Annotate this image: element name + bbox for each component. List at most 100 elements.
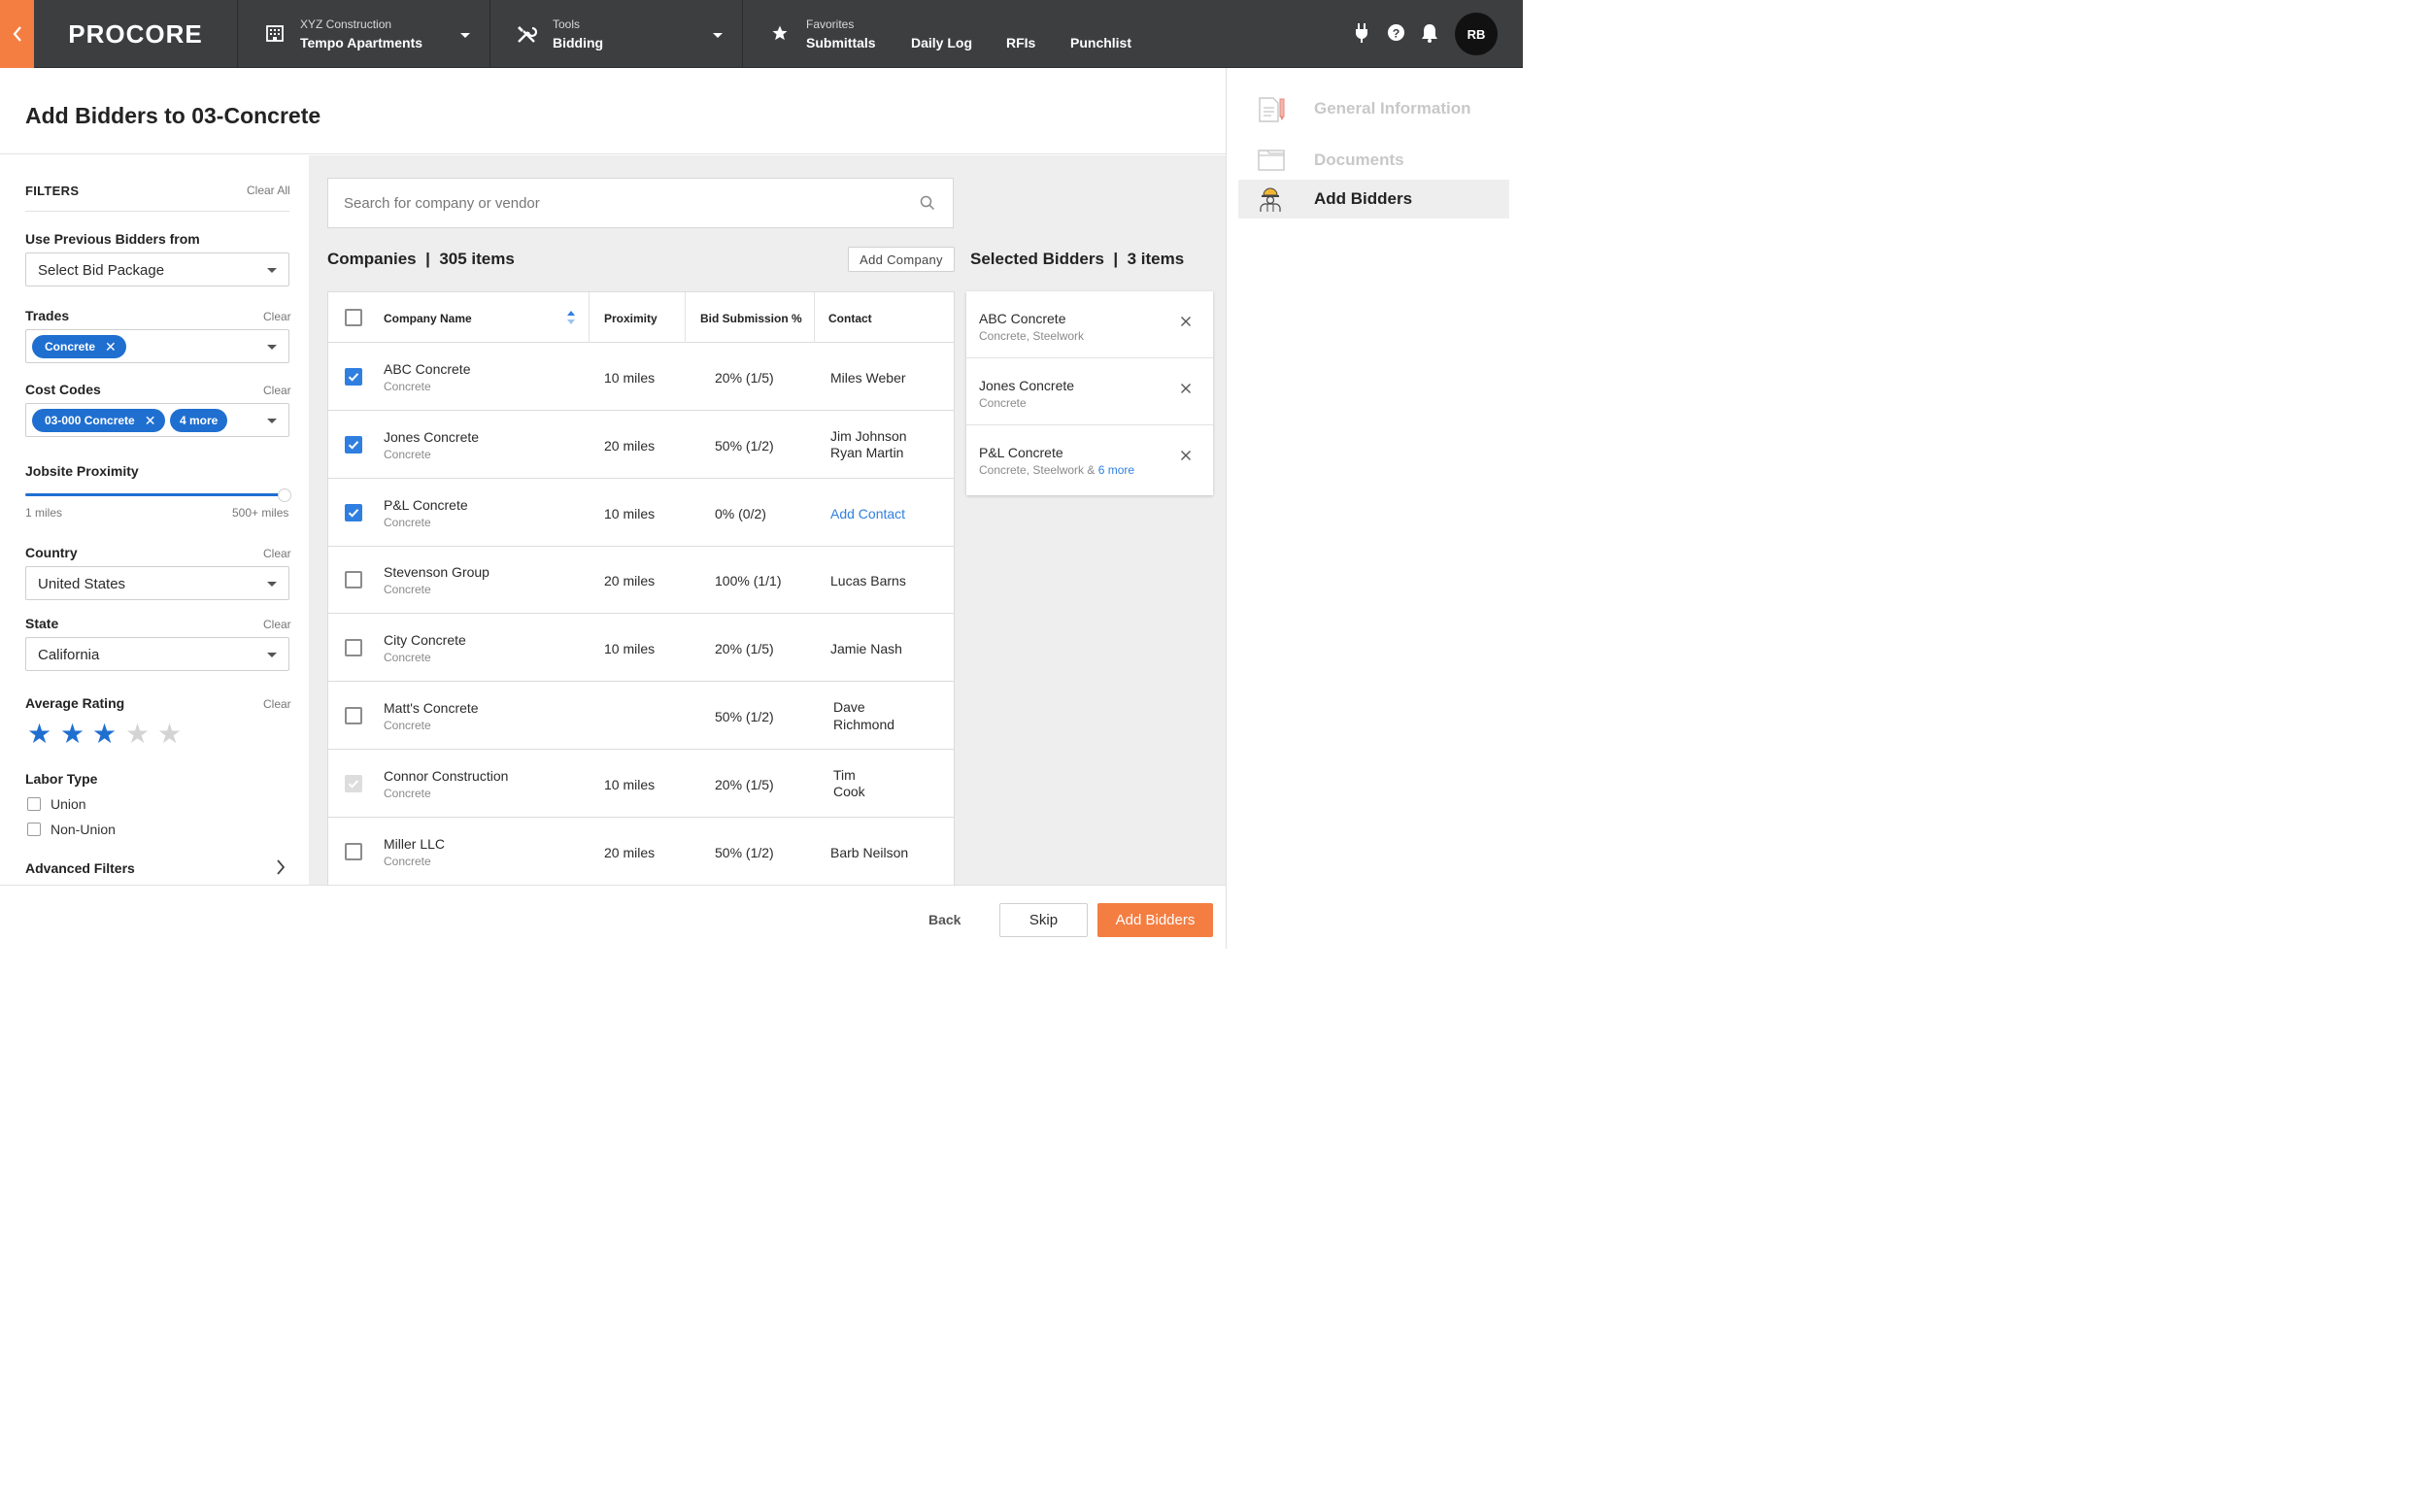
sort-icon[interactable] (567, 311, 575, 324)
row-checkbox[interactable] (345, 639, 362, 657)
contact-name: Dave (833, 699, 865, 715)
rating-star-icon[interactable]: ★ (60, 721, 84, 748)
favorite-submittals[interactable]: Submittals (806, 35, 876, 50)
column-contact[interactable]: Contact (828, 312, 872, 325)
table-row[interactable]: Stevenson Group Concrete 20 miles 100% (1/1… (328, 546, 954, 615)
rating-star-icon[interactable]: ★ (92, 721, 117, 748)
rating-label: Average Rating (25, 695, 125, 711)
remove-chip-icon[interactable]: ✕ (105, 339, 117, 355)
table-row[interactable]: Connor Construction Concrete 10 miles 20% (… (328, 750, 954, 818)
project-name: Tempo Apartments (300, 35, 423, 50)
proximity-slider-track[interactable] (25, 493, 285, 496)
proximity-min-label: 1 miles (25, 506, 63, 520)
back-arrow-button[interactable] (0, 0, 34, 68)
help-icon[interactable]: ? (1387, 23, 1405, 42)
company-proximity: 20 miles (604, 844, 656, 860)
table-row[interactable]: Jones Concrete Concrete 20 miles 50% (1/2) J… (328, 411, 954, 479)
proximity-slider-handle[interactable] (278, 488, 291, 502)
company-trade: Concrete (384, 651, 431, 665)
advanced-filters-link[interactable]: Advanced Filters (25, 860, 135, 876)
clear-cost-codes-link[interactable]: Clear (263, 384, 291, 397)
company-name: Stevenson Group (384, 564, 489, 581)
tools-selector[interactable]: Tools Bidding (490, 0, 743, 68)
trade-chip[interactable]: Concrete ✕ (32, 335, 126, 358)
selected-bidders-label: Selected Bidders (970, 250, 1104, 268)
add-bidders-button[interactable]: Add Bidders (1097, 903, 1213, 937)
companies-title: Companies | 305 items (327, 250, 515, 269)
bid-submission-rate: 50% (1/2) (715, 844, 774, 860)
selected-bidder-trades: Concrete (979, 396, 1027, 410)
contact-name[interactable]: Add Contact (830, 506, 905, 521)
selected-bidder-item: ABC Concrete Concrete, Steelwork (966, 291, 1213, 358)
bell-icon[interactable] (1421, 23, 1438, 43)
select-all-checkbox[interactable] (345, 309, 362, 326)
row-checkbox[interactable] (345, 707, 362, 724)
page-header: Add Bidders to 03-Concrete (0, 68, 1226, 154)
row-checkbox[interactable] (345, 571, 362, 589)
row-checkbox[interactable] (345, 503, 362, 521)
column-bid-submission[interactable]: Bid Submission % (700, 312, 802, 325)
clear-rating-link[interactable]: Clear (263, 697, 291, 711)
country-label: Country (25, 545, 78, 560)
contact-name: Miles Weber (830, 370, 906, 386)
step-add-bidders[interactable]: Add Bidders (1238, 180, 1509, 218)
company-trade: Concrete (384, 447, 431, 461)
step-documents[interactable]: Documents (1238, 141, 1509, 180)
favorite-punchlist[interactable]: Punchlist (1070, 35, 1131, 50)
contact-name: Jamie Nash (830, 641, 902, 657)
company-search-input[interactable]: Search for company or vendor (327, 178, 954, 228)
clear-country-link[interactable]: Clear (263, 547, 291, 560)
rating-star-icon[interactable]: ★ (157, 721, 182, 748)
add-company-button[interactable]: Add Company (848, 247, 955, 272)
selected-bidder-trades: Concrete, Steelwork & 6 more (979, 463, 1134, 477)
labor-type-label: Labor Type (25, 771, 98, 787)
selected-bidder-name: ABC Concrete (979, 311, 1066, 326)
chevron-right-icon[interactable] (276, 859, 286, 875)
user-avatar[interactable]: RB (1455, 13, 1498, 55)
clear-trades-link[interactable]: Clear (263, 310, 291, 323)
state-select[interactable]: California (25, 637, 289, 671)
bid-package-select[interactable]: Select Bid Package (25, 252, 289, 286)
trades-select[interactable]: Concrete ✕ (25, 329, 289, 363)
rating-star-icon[interactable]: ★ (27, 721, 51, 748)
row-checkbox[interactable] (345, 368, 362, 386)
remove-chip-icon[interactable]: ✕ (145, 413, 156, 429)
non-union-checkbox[interactable] (27, 823, 41, 836)
table-row[interactable]: City Concrete Concrete 10 miles 20% (1/5) Ja… (328, 614, 954, 683)
state-label: State (25, 616, 59, 631)
favorite-rfis[interactable]: RFIs (1006, 35, 1035, 50)
column-company-name[interactable]: Company Name (384, 312, 472, 325)
table-row[interactable]: P&L Concrete Concrete 10 miles 0% (0/2) Add … (328, 479, 954, 547)
union-checkbox[interactable] (27, 797, 41, 811)
companies-count: 305 items (439, 250, 515, 268)
step-general-information[interactable]: General Information (1238, 89, 1509, 128)
remove-bidder-icon[interactable] (1180, 316, 1192, 327)
top-navigation: PROCORE XYZ Construction Tempo Apartment… (0, 0, 1523, 68)
back-button[interactable]: Back (928, 912, 961, 927)
row-checkbox[interactable] (345, 435, 362, 454)
more-cost-codes-chip[interactable]: 4 more (170, 409, 228, 432)
plug-icon[interactable] (1354, 23, 1369, 43)
remove-bidder-icon[interactable] (1180, 383, 1192, 394)
country-select[interactable]: United States (25, 566, 289, 600)
search-icon[interactable] (920, 195, 935, 211)
cost-codes-select[interactable]: 03-000 Concrete ✕ 4 more (25, 403, 289, 437)
bid-submission-rate: 20% (1/5) (715, 641, 774, 657)
union-label: Union (51, 796, 86, 812)
remove-bidder-icon[interactable] (1180, 450, 1192, 461)
project-selector[interactable]: XYZ Construction Tempo Apartments (238, 0, 490, 68)
skip-button[interactable]: Skip (999, 903, 1088, 937)
row-checkbox[interactable] (345, 842, 362, 860)
column-proximity[interactable]: Proximity (604, 312, 658, 325)
table-row[interactable]: Miller LLC Concrete 20 miles 50% (1/2) Barb … (328, 818, 954, 885)
add-contact-link[interactable]: Add Contact (830, 506, 905, 523)
clear-all-filters-link[interactable]: Clear All (247, 184, 290, 197)
table-row[interactable]: ABC Concrete Concrete 10 miles 20% (1/5) Mil… (328, 343, 954, 411)
more-trades-link[interactable]: 6 more (1098, 463, 1134, 477)
rating-star-icon[interactable]: ★ (125, 721, 150, 748)
favorite-daily-log[interactable]: Daily Log (911, 35, 972, 50)
procore-logo[interactable]: PROCORE (34, 0, 238, 68)
clear-state-link[interactable]: Clear (263, 618, 291, 631)
cost-code-chip[interactable]: 03-000 Concrete ✕ (32, 409, 166, 432)
table-row[interactable]: Matt's Concrete Concrete 50% (1/2) Dave Rich… (328, 682, 954, 750)
